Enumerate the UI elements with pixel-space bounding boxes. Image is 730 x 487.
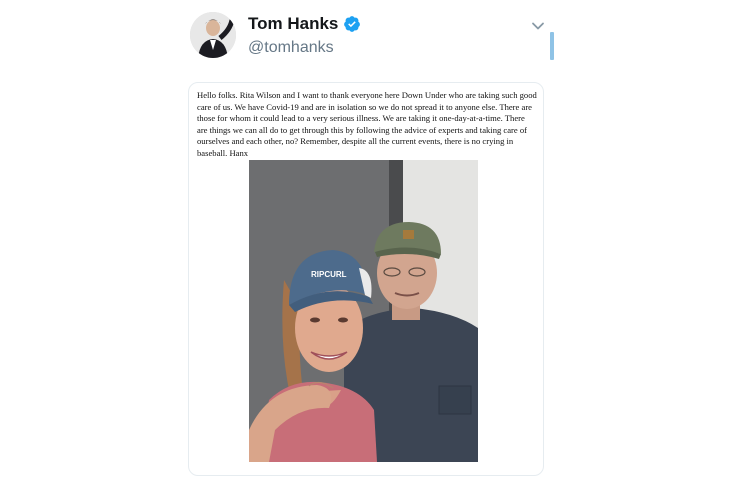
verified-badge-icon [344, 16, 361, 32]
tweet-header: Tom Hanks @tomhanks [190, 10, 560, 70]
tweet-image-card[interactable]: Hello folks. Rita Wilson and I want to t… [188, 82, 544, 476]
display-name[interactable]: Tom Hanks [248, 14, 338, 34]
note-text: Hello folks. Rita Wilson and I want to t… [197, 90, 537, 158]
scrollbar[interactable] [550, 32, 554, 60]
cap-logo-text: RIPCURL [311, 270, 347, 279]
selfie-photo[interactable]: RIPCURL [249, 160, 478, 462]
user-handle[interactable]: @tomhanks [248, 39, 334, 57]
chevron-down-icon[interactable] [530, 18, 546, 34]
name-row: Tom Hanks [248, 14, 361, 34]
avatar[interactable] [190, 12, 236, 58]
